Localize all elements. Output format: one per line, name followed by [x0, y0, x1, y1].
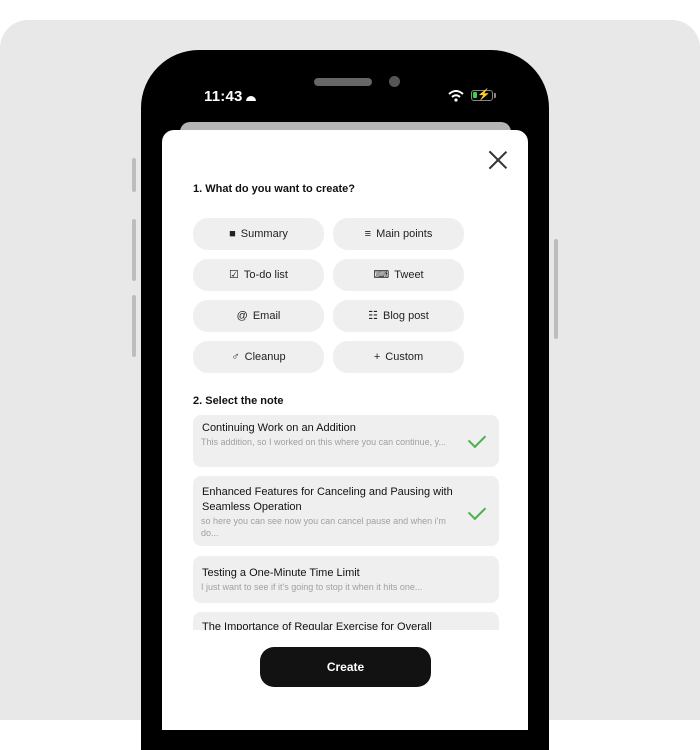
option-label: Custom	[385, 351, 424, 363]
bookmark-sparkle-icon: ■	[229, 227, 236, 240]
section-create-title: 1. What do you want to create?	[193, 183, 355, 195]
speaker-grille	[314, 78, 372, 86]
plus-icon: +	[373, 350, 381, 363]
note-title: Enhanced Features for Canceling and Paus…	[202, 486, 453, 513]
battery-tip	[494, 93, 496, 98]
option-label: To-do list	[243, 269, 288, 281]
keyboard-icon: ⌨	[373, 268, 390, 281]
volume-up-button	[132, 219, 136, 281]
list-icon: ≡	[364, 227, 372, 240]
notes-list[interactable]: Continuing Work on an Addition This addi…	[193, 415, 499, 630]
check-icon	[467, 429, 487, 449]
mute-switch	[132, 158, 136, 192]
option-label: Main points	[376, 228, 433, 240]
option-label: Cleanup	[244, 351, 286, 363]
note-item[interactable]: The Importance of Regular Exercise for O…	[193, 612, 499, 630]
option-summary-button[interactable]: ■ Summary	[193, 218, 324, 250]
post-add-icon: ☷	[368, 309, 378, 322]
option-label: Email	[252, 310, 281, 322]
cloud-icon	[246, 96, 256, 101]
note-title: Continuing Work on an Addition	[202, 422, 356, 434]
close-icon[interactable]	[488, 150, 508, 170]
option-label: Tweet	[394, 269, 424, 281]
option-label: Blog post	[383, 310, 429, 322]
option-custom-button[interactable]: + Custom	[333, 341, 464, 373]
create-button[interactable]: Create	[260, 647, 431, 687]
note-preview: I just want to see if it's going to stop…	[201, 582, 423, 592]
battery-charging-icon: ⚡	[471, 89, 493, 101]
check-icon	[467, 501, 487, 521]
option-tweet-button[interactable]: ⌨ Tweet	[333, 259, 464, 291]
create-dialog: 1. What do you want to create? ■ Summary ≡…	[162, 130, 528, 730]
note-item[interactable]: Continuing Work on an Addition This addi…	[193, 415, 499, 467]
option-cleanup-button[interactable]: ♂ Cleanup	[193, 341, 324, 373]
option-blog-post-button[interactable]: ☷ Blog post	[333, 300, 464, 332]
note-title: Testing a One-Minute Time Limit	[202, 567, 360, 579]
note-item[interactable]: Testing a One-Minute Time Limit I just w…	[193, 556, 499, 603]
option-email-button[interactable]: @ Email	[193, 300, 324, 332]
note-preview: This addition, so I worked on this where…	[201, 437, 446, 447]
power-button	[554, 239, 558, 339]
option-main-points-button[interactable]: ≡ Main points	[333, 218, 464, 250]
status-time: 11:43	[204, 88, 243, 105]
section-note-title: 2. Select the note	[193, 395, 284, 407]
wifi-icon	[448, 90, 464, 102]
note-title: The Importance of Regular Exercise for O…	[202, 621, 432, 630]
note-item[interactable]: Enhanced Features for Canceling and Paus…	[193, 476, 499, 546]
volume-down-button	[132, 295, 136, 357]
option-to-do-list-button[interactable]: ☑ To-do list	[193, 259, 324, 291]
front-camera	[389, 76, 400, 87]
checklist-icon: ☑	[229, 268, 239, 281]
note-preview: so here you can see now you can cancel p…	[201, 516, 446, 538]
broom-icon: ♂	[231, 350, 240, 363]
at-icon: @	[236, 309, 248, 322]
option-label: Summary	[240, 228, 288, 240]
